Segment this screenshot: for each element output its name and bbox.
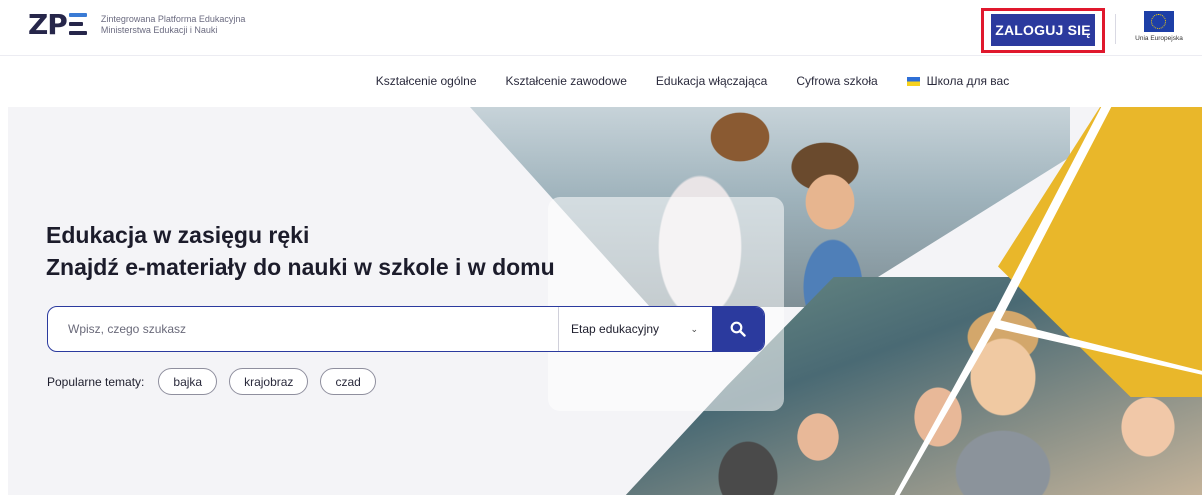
search-input[interactable] — [48, 307, 559, 351]
topic-chip[interactable]: czad — [320, 368, 376, 395]
education-stage-label: Etap edukacyjny — [571, 322, 660, 336]
main-nav: Kształcenie ogólne Kształcenie zawodowe … — [0, 56, 1202, 106]
nav-item-vocational-education[interactable]: Kształcenie zawodowe — [506, 74, 627, 88]
hero-title: Edukacja w zasięgu ręki Znajdź e-materia… — [46, 219, 555, 283]
search-icon — [730, 321, 746, 337]
hero-title-line-1: Edukacja w zasięgu ręki — [46, 222, 310, 248]
nav-item-label: Kształcenie zawodowe — [505, 74, 627, 88]
logo-e-icon — [68, 11, 89, 37]
eu-flag-icon — [1144, 11, 1174, 32]
popular-topics-label: Popularne tematy: — [47, 374, 145, 389]
site-header: ZP Zintegrowana Platforma Edukacyjna Min… — [0, 0, 1202, 56]
logo-text: Zintegrowana Platforma Edukacyjna Minist… — [101, 14, 246, 36]
logo-mark: ZP — [28, 10, 89, 40]
nav-item-label: Cyfrowa szkoła — [796, 74, 878, 88]
nav-item-school-for-you[interactable]: Школа для вас — [906, 74, 1010, 88]
search-button[interactable] — [712, 307, 764, 351]
zpe-logo[interactable]: ZP Zintegrowana Platforma Edukacyjna Min… — [28, 10, 245, 40]
nav-item-inclusive-education[interactable]: Edukacja włączająca — [656, 74, 767, 88]
ukraine-flag-icon — [906, 76, 920, 86]
nav-item-general-education[interactable]: Kształcenie ogólne — [376, 74, 477, 88]
hero-title-line-2: Znajdź e-materiały do nauki w szkole i w… — [46, 254, 555, 280]
chevron-down-icon: ⌄ — [690, 323, 698, 334]
login-button[interactable]: ZALOGUJ SIĘ — [991, 14, 1095, 46]
nav-item-label: Школа для вас — [926, 74, 1010, 88]
eu-badge: Unia Europejska — [1127, 11, 1191, 42]
decorative-glass-panel — [548, 197, 784, 411]
education-stage-select[interactable]: Etap edukacyjny ⌄ — [559, 307, 712, 351]
topic-chip[interactable]: bajka — [158, 368, 218, 395]
logo-line-1: Zintegrowana Platforma Edukacyjna — [100, 14, 246, 24]
logo-mark-text: ZP — [28, 8, 68, 41]
topic-chip[interactable]: krajobraz — [229, 368, 309, 395]
logo-line-2: Ministerstwa Edukacji i Nauki — [100, 25, 218, 35]
nav-item-digital-school[interactable]: Cyfrowa szkoła — [796, 74, 877, 88]
search-bar: Etap edukacyjny ⌄ — [47, 306, 765, 352]
popular-topics: Popularne tematy: bajka krajobraz czad — [47, 368, 388, 395]
nav-item-label: Kształcenie ogólne — [375, 74, 477, 88]
header-divider — [1115, 14, 1116, 44]
hero-section: Edukacja w zasięgu ręki Znajdź e-materia… — [8, 107, 1202, 495]
nav-item-label: Edukacja włączająca — [655, 74, 768, 88]
eu-label: Unia Europejska — [1135, 35, 1183, 42]
